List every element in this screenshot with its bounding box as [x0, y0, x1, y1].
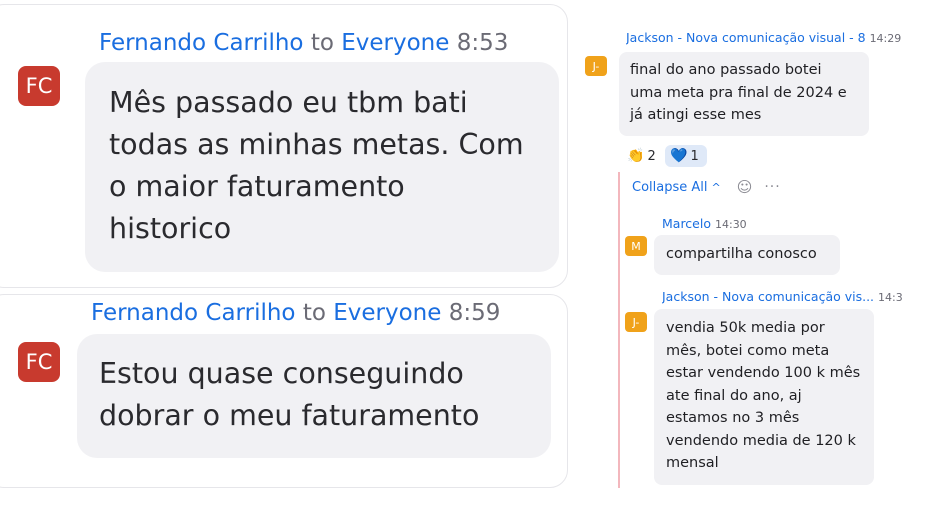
- reaction-count: 1: [690, 148, 699, 164]
- message-text-line: estar vendendo 100 k mês: [666, 365, 861, 381]
- sender-name[interactable]: Jackson - Nova comunicação visual - 8: [626, 30, 866, 45]
- message-header: Jackson - Nova comunicação vis... 14:3: [662, 289, 932, 304]
- avatar[interactable]: FC: [18, 342, 60, 382]
- sender-name[interactable]: Marcelo: [662, 216, 711, 231]
- avatar[interactable]: J-: [625, 312, 647, 332]
- message-header: Jackson - Nova comunicação visual - 8 14…: [626, 30, 932, 45]
- reaction-chip[interactable]: 👏 2: [624, 145, 662, 167]
- chevron-up-icon: ^: [711, 180, 721, 194]
- message-text-line: estamos no 3 mês: [666, 410, 800, 426]
- message-text-line: compartilha conosco: [666, 246, 817, 262]
- avatar[interactable]: J-: [585, 56, 607, 76]
- sender-name[interactable]: Fernando Carrilho: [91, 300, 296, 326]
- thread-controls: Collapse All ^ ☺ ···: [632, 178, 781, 196]
- message-text-line: Mês passado eu tbm bati: [109, 86, 468, 119]
- reaction-chip[interactable]: 💙 1: [665, 145, 707, 167]
- message-time: 14:3: [878, 291, 903, 304]
- message-header: Fernando Carrilho to Everyone 8:59: [91, 300, 500, 326]
- to-label: to: [302, 300, 326, 326]
- recipient-name[interactable]: Everyone: [341, 30, 449, 56]
- avatar[interactable]: M: [625, 236, 647, 256]
- add-reaction-icon[interactable]: ☺: [737, 178, 753, 196]
- message-time: 8:59: [448, 300, 501, 326]
- message-header: Marcelo 14:30: [662, 216, 862, 231]
- more-options-icon[interactable]: ···: [764, 179, 780, 195]
- message-time: 8:53: [456, 30, 509, 56]
- message-time: 14:30: [714, 218, 747, 231]
- reaction-count: 2: [647, 148, 656, 164]
- message-text-line: dobrar o meu faturamento: [99, 399, 480, 432]
- to-label: to: [310, 30, 334, 56]
- message-text-line: uma meta pra final de 2024 e: [630, 84, 847, 101]
- message-text-line: vendendo media de 120 k: [666, 432, 856, 449]
- message-text-line: todas as minhas metas. Com: [109, 128, 524, 161]
- message-text-line: ate final do ano, aj: [666, 387, 802, 404]
- thread-indicator-line: [618, 172, 620, 488]
- message-text-line: já atingi esse mes: [630, 107, 762, 123]
- avatar[interactable]: FC: [18, 66, 60, 106]
- message-text-line: mês, botei como meta: [666, 342, 830, 359]
- sender-name[interactable]: Jackson - Nova comunicação vis...: [662, 289, 874, 304]
- blue-heart-icon: 💙: [670, 148, 688, 164]
- message-bubble: Mês passado eu tbm bati todas as minhas …: [85, 62, 559, 272]
- message-text-line: final do ano passado botei: [630, 62, 822, 78]
- message-header: Fernando Carrilho to Everyone 8:53: [99, 30, 508, 56]
- message-text-line: vendia 50k media por: [666, 320, 825, 336]
- message-time: 14:29: [869, 32, 902, 45]
- message-bubble: compartilha conosco: [654, 235, 840, 275]
- sender-name[interactable]: Fernando Carrilho: [99, 30, 304, 56]
- clapping-hands-icon: 👏: [627, 148, 645, 164]
- collapse-all-button[interactable]: Collapse All ^: [632, 180, 721, 195]
- message-text-line: historico: [109, 212, 232, 245]
- recipient-name[interactable]: Everyone: [333, 300, 441, 326]
- message-text-line: Estou quase conseguindo: [99, 357, 464, 390]
- message-bubble: Estou quase conseguindo dobrar o meu fat…: [77, 334, 551, 458]
- message-bubble: vendia 50k media por mês, botei como met…: [654, 309, 874, 485]
- message-bubble: final do ano passado botei uma meta pra …: [619, 52, 869, 136]
- message-text-line: mensal: [666, 455, 719, 471]
- message-text-line: o maior faturamento: [109, 170, 405, 203]
